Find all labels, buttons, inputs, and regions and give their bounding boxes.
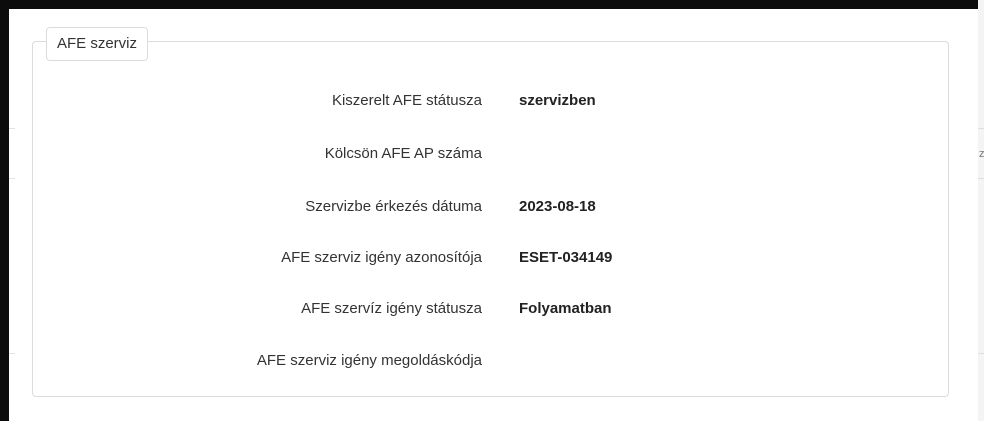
field-row-loan-afe-ap-number: Kölcsön AFE AP száma [0,143,984,165]
field-label: AFE szerviz igény azonosítója [281,249,482,266]
background-row-divider [9,178,15,179]
field-value: szervizben [519,92,596,109]
field-value: ESET-034149 [519,249,613,266]
field-value: Folyamatban [519,300,612,317]
field-row-service-request-status: AFE szervíz igény státusza Folyamatban [0,298,984,320]
field-label: AFE szervíz igény státusza [301,300,482,317]
field-row-service-resolution-code: AFE szerviz igény megoldáskódja [0,350,984,372]
background-row-divider [978,178,984,179]
field-label: AFE szerviz igény megoldáskódja [256,352,482,369]
background-row-divider [9,128,15,129]
window-frame-top [0,0,984,9]
field-label: Kölcsön AFE AP száma [324,145,482,162]
field-row-service-request-id: AFE szerviz igény azonosítója ESET-03414… [0,247,984,269]
fieldset-legend: AFE szerviz [46,27,149,61]
background-row-divider [978,128,984,129]
field-row-removed-afe-status: Kiszerelt AFE státusza szervizben [0,90,984,112]
field-label: Kiszerelt AFE státusza [331,92,482,109]
field-label: Szervizbe érkezés dátuma [305,198,482,215]
field-value: 2023-08-18 [519,198,596,215]
field-row-service-arrival-date: Szervizbe érkezés dátuma 2023-08-18 [0,196,984,218]
